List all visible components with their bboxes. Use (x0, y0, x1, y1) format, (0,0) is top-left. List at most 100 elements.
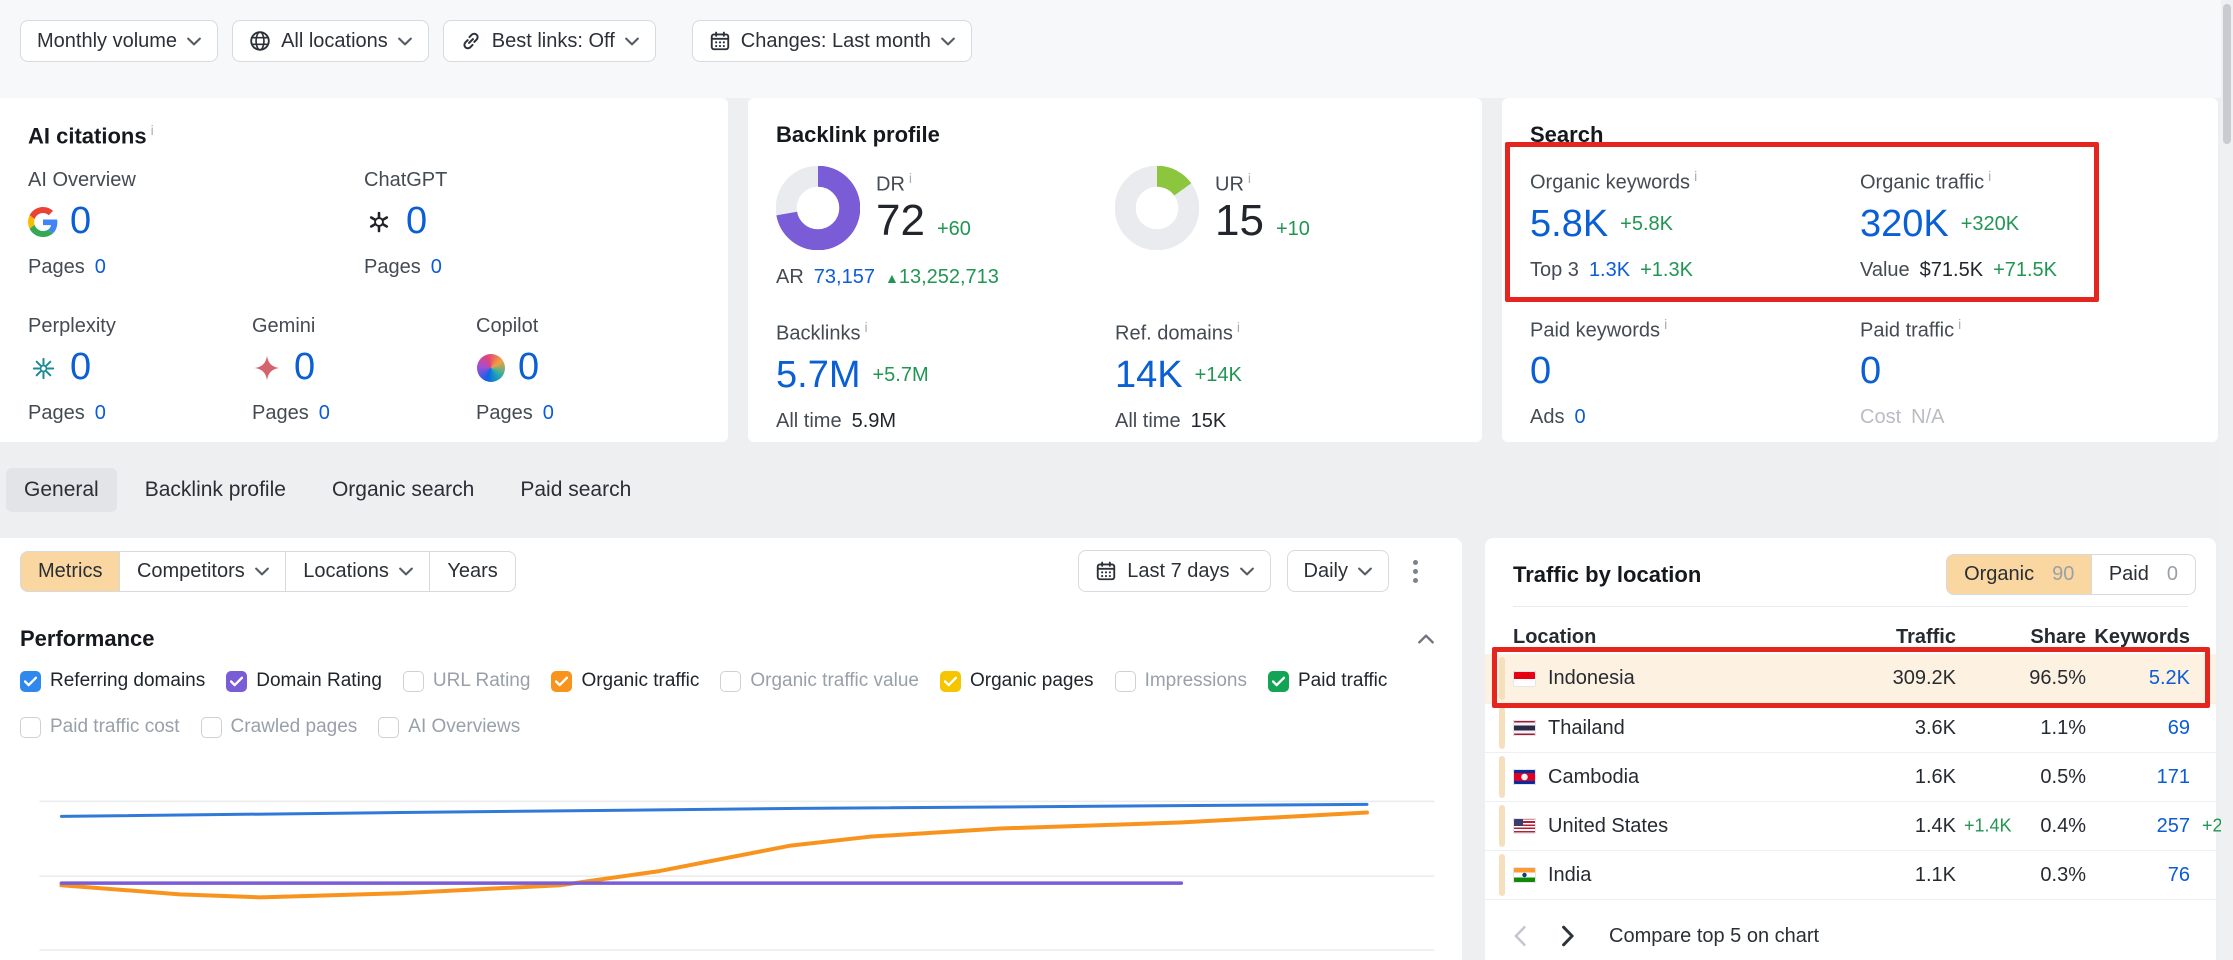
checkbox-referring-domains[interactable]: Referring domains (20, 670, 205, 692)
ur-delta: +10 (1276, 218, 1310, 241)
competitors-button[interactable]: Competitors (119, 551, 287, 592)
ur-donut-chart (1115, 166, 1199, 250)
checkbox-paid-traffic[interactable]: Paid traffic (1268, 670, 1387, 692)
checkbox-paid-traffic-cost[interactable]: Paid traffic cost (20, 716, 180, 738)
checkbox-box (226, 671, 247, 692)
pages-link[interactable]: 0 (95, 402, 106, 425)
globe-icon (249, 30, 271, 52)
info-icon[interactable]: i (864, 319, 867, 335)
metrics-button[interactable]: Metrics (20, 551, 120, 592)
check-icon (230, 676, 243, 687)
checkbox-organic-traffic[interactable]: Organic traffic (551, 670, 699, 692)
pages-link[interactable]: 0 (319, 402, 330, 425)
checkbox-box (551, 671, 572, 692)
info-icon[interactable]: i (1237, 319, 1240, 335)
keywords-link[interactable]: 171 (2157, 766, 2190, 788)
tab-organic-search[interactable]: Organic search (314, 468, 492, 512)
location-row-cambodia[interactable]: Cambodia 1.6K 0.5% 171 (1485, 752, 2216, 801)
compare-top5-label[interactable]: Compare top 5 on chart (1609, 925, 1819, 948)
paid-traffic-metric: Paid traffici 0 CostN/A (1860, 316, 2190, 430)
location-row-india[interactable]: India 1.1K 0.3% 76 (1485, 850, 2216, 899)
checkbox-box (720, 671, 741, 692)
tab-backlink-profile[interactable]: Backlink profile (127, 468, 304, 512)
organic-toggle-button[interactable]: Organic90 (1946, 554, 2092, 595)
ahrefs-rank-link[interactable]: 73,157 (814, 266, 875, 289)
dr-donut-chart (776, 166, 860, 250)
traffic-by-location-title: Traffic by location (1513, 562, 1701, 588)
filter-label: Best links: Off (492, 30, 615, 53)
organic-keywords-count-link[interactable]: 5.8K (1530, 205, 1608, 245)
info-icon[interactable]: i (1958, 316, 1961, 332)
backlinks-count-link[interactable]: 5.7M (776, 356, 860, 396)
best-links-filter-button[interactable]: Best links: Off (443, 20, 656, 62)
previous-page-arrow-icon[interactable] (1513, 925, 1527, 947)
keywords-link[interactable]: 5.2K (2149, 667, 2190, 689)
checkbox-impressions[interactable]: Impressions (1115, 670, 1247, 692)
locations-filter-button[interactable]: All locations (232, 20, 429, 62)
changes-period-filter-button[interactable]: Changes: Last month (692, 20, 972, 62)
column-share: Share (1956, 626, 2086, 649)
checkbox-organic-traffic-value[interactable]: Organic traffic value (720, 670, 919, 692)
date-range-button[interactable]: Last 7 days (1078, 550, 1270, 592)
checkbox-box (20, 717, 41, 738)
info-icon[interactable]: i (1248, 170, 1251, 186)
paid-toggle-button[interactable]: Paid0 (2091, 554, 2196, 595)
url-rating-metric: URi 15+10 (1115, 166, 1454, 289)
more-options-kebab-button[interactable] (1405, 552, 1426, 591)
checkbox-url-rating[interactable]: URL Rating (403, 670, 531, 692)
gemini-count[interactable]: 0 (294, 348, 315, 388)
granularity-button[interactable]: Daily (1287, 550, 1389, 592)
location-row-united-states[interactable]: United States 1.4K+1.4K 0.4% 257+255 (1485, 801, 2216, 850)
ads-link[interactable]: 0 (1574, 406, 1585, 429)
perplexity-count[interactable]: 0 (70, 348, 91, 388)
location-row-indonesia[interactable]: Indonesia 309.2K 96.5% 5.2K (1485, 654, 2216, 703)
performance-line-chart (0, 774, 1462, 960)
locations-button[interactable]: Locations (285, 551, 431, 592)
paid-traffic-count[interactable]: 0 (1860, 352, 1881, 392)
location-row-thailand[interactable]: Thailand 3.6K 1.1% 69 (1485, 703, 2216, 752)
chevron-down-icon (255, 567, 269, 576)
info-icon[interactable]: i (909, 170, 912, 186)
keywords-link[interactable]: 69 (2168, 717, 2190, 739)
checkbox-domain-rating[interactable]: Domain Rating (226, 670, 382, 692)
india-flag-icon (1513, 867, 1536, 883)
info-icon[interactable]: i (151, 122, 154, 138)
paid-keywords-count[interactable]: 0 (1530, 352, 1551, 392)
pages-link[interactable]: 0 (543, 402, 554, 425)
pages-link[interactable]: 0 (431, 256, 442, 279)
pages-link[interactable]: 0 (95, 256, 106, 279)
info-icon[interactable]: i (1988, 168, 1991, 184)
years-button[interactable]: Years (429, 551, 515, 592)
indonesia-flag-icon (1513, 671, 1536, 687)
next-page-arrow-icon[interactable] (1561, 925, 1575, 947)
chatgpt-count[interactable]: 0 (406, 202, 427, 242)
location-table-rows: Indonesia 309.2K 96.5% 5.2K Thailand 3.6… (1485, 654, 2216, 900)
filters-toolbar: Monthly volume All locations Best links:… (20, 20, 972, 62)
metric-checkbox-row-2: Paid traffic cost Crawled pages AI Overv… (20, 716, 520, 738)
ai-overview-count[interactable]: 0 (70, 202, 91, 242)
info-icon[interactable]: i (1664, 316, 1667, 332)
check-icon (1272, 676, 1285, 687)
keywords-link[interactable]: 257 (2157, 815, 2190, 837)
checkbox-crawled-pages[interactable]: Crawled pages (201, 716, 358, 738)
copilot-count[interactable]: 0 (518, 348, 539, 388)
checkbox-ai-overviews[interactable]: AI Overviews (378, 716, 520, 738)
metric-checkbox-row-1: Referring domains Domain Rating URL Rati… (20, 670, 1387, 692)
tab-paid-search[interactable]: Paid search (502, 468, 649, 512)
ar-delta: ▲13,252,713 (885, 266, 999, 289)
info-icon[interactable]: i (1694, 168, 1697, 184)
collapse-chevron-up-icon[interactable] (1418, 634, 1434, 644)
monthly-volume-filter-button[interactable]: Monthly volume (20, 20, 218, 62)
keywords-link[interactable]: 76 (2168, 864, 2190, 886)
checkbox-box (940, 671, 961, 692)
top3-link[interactable]: 1.3K (1589, 259, 1630, 282)
date-range-label: Last 7 days (1127, 560, 1229, 583)
traffic-by-location-panel: Traffic by location Organic90 Paid0 Loca… (1485, 538, 2216, 960)
check-icon (944, 676, 957, 687)
ref-domains-count-link[interactable]: 14K (1115, 356, 1183, 396)
tab-general[interactable]: General (6, 468, 117, 512)
organic-traffic-count-link[interactable]: 320K (1860, 205, 1949, 245)
checkbox-organic-pages[interactable]: Organic pages (940, 670, 1094, 692)
scrollbar-track[interactable] (2221, 0, 2233, 960)
scrollbar-thumb[interactable] (2223, 4, 2231, 144)
